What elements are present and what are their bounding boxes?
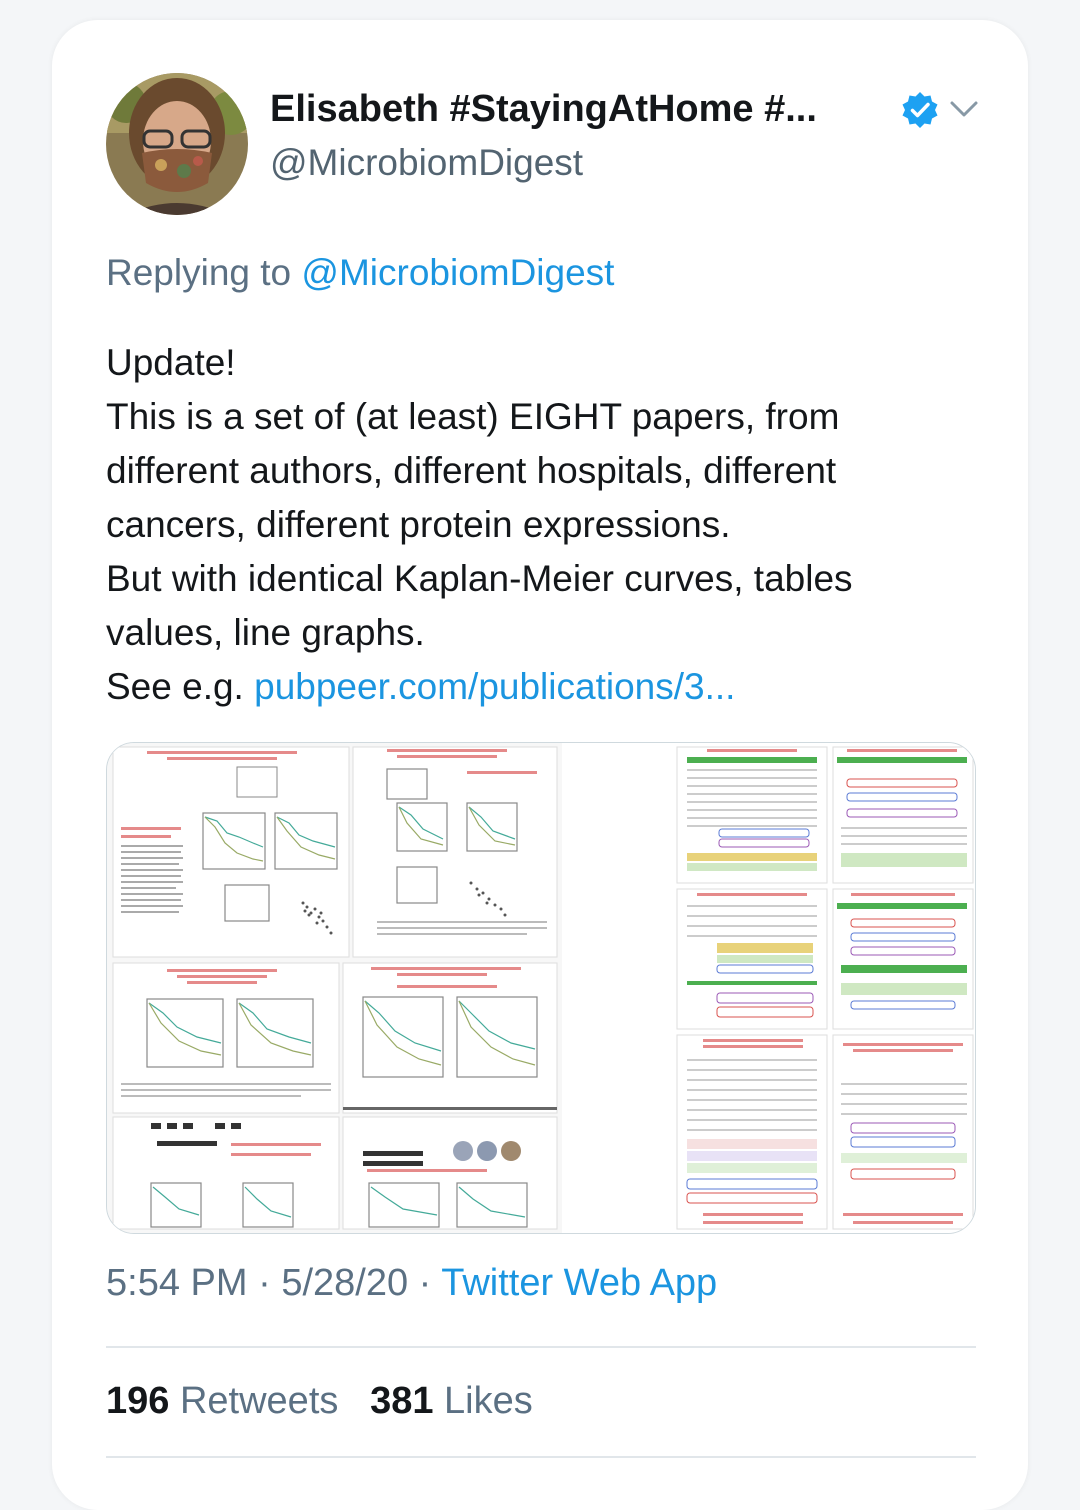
- tweet-metadata: 5:54 PM · 5/28/20 · Twitter Web App: [106, 1262, 717, 1305]
- tweet-line: cancers, different protein expressions.: [106, 504, 731, 545]
- tweet-text: Update! This is a set of (at least) EIGH…: [106, 336, 986, 714]
- replying-to: Replying to @MicrobiomDigest: [106, 252, 614, 294]
- likes-stat[interactable]: 381 Likes: [370, 1380, 533, 1422]
- tweet-date[interactable]: 5/28/20: [281, 1262, 408, 1304]
- tweet-line: But with identical Kaplan-Meier curves, …: [106, 558, 853, 599]
- tweet-line: See e.g. pubpeer.com/publications/3...: [106, 660, 986, 714]
- retweets-label: Retweets: [179, 1380, 339, 1422]
- replying-prefix: Replying to: [106, 252, 292, 293]
- author-handle[interactable]: @MicrobiomDigest: [270, 142, 583, 184]
- author-name[interactable]: Elisabeth #StayingAtHome #...: [270, 88, 817, 131]
- see-prefix: See e.g.: [106, 666, 244, 707]
- avatar[interactable]: [106, 73, 248, 215]
- tweet-source-link[interactable]: Twitter Web App: [441, 1262, 717, 1304]
- tweet-time[interactable]: 5:54 PM: [106, 1262, 248, 1304]
- tweet-line: different authors, different hospitals, …: [106, 450, 837, 491]
- tweet-line: values, line graphs.: [106, 612, 425, 653]
- meta-separator: ·: [418, 1262, 432, 1304]
- tweet-media-image[interactable]: [106, 742, 976, 1234]
- verified-badge-icon: [902, 92, 938, 128]
- divider: [106, 1346, 976, 1348]
- tweet-line: Update!: [106, 342, 236, 383]
- likes-count: 381: [370, 1380, 434, 1422]
- replying-handle-link[interactable]: @MicrobiomDigest: [301, 252, 614, 293]
- tweet-stats: 196 Retweets 381 Likes: [106, 1380, 533, 1423]
- likes-label: Likes: [444, 1380, 533, 1422]
- divider: [106, 1456, 976, 1458]
- meta-separator: ·: [258, 1262, 271, 1304]
- pubpeer-link[interactable]: pubpeer.com/publications/3...: [254, 666, 735, 707]
- retweets-stat[interactable]: 196 Retweets: [106, 1380, 349, 1422]
- retweets-count: 196: [106, 1380, 170, 1422]
- tweet-line: This is a set of (at least) EIGHT papers…: [106, 396, 840, 437]
- chevron-down-icon[interactable]: [948, 96, 980, 122]
